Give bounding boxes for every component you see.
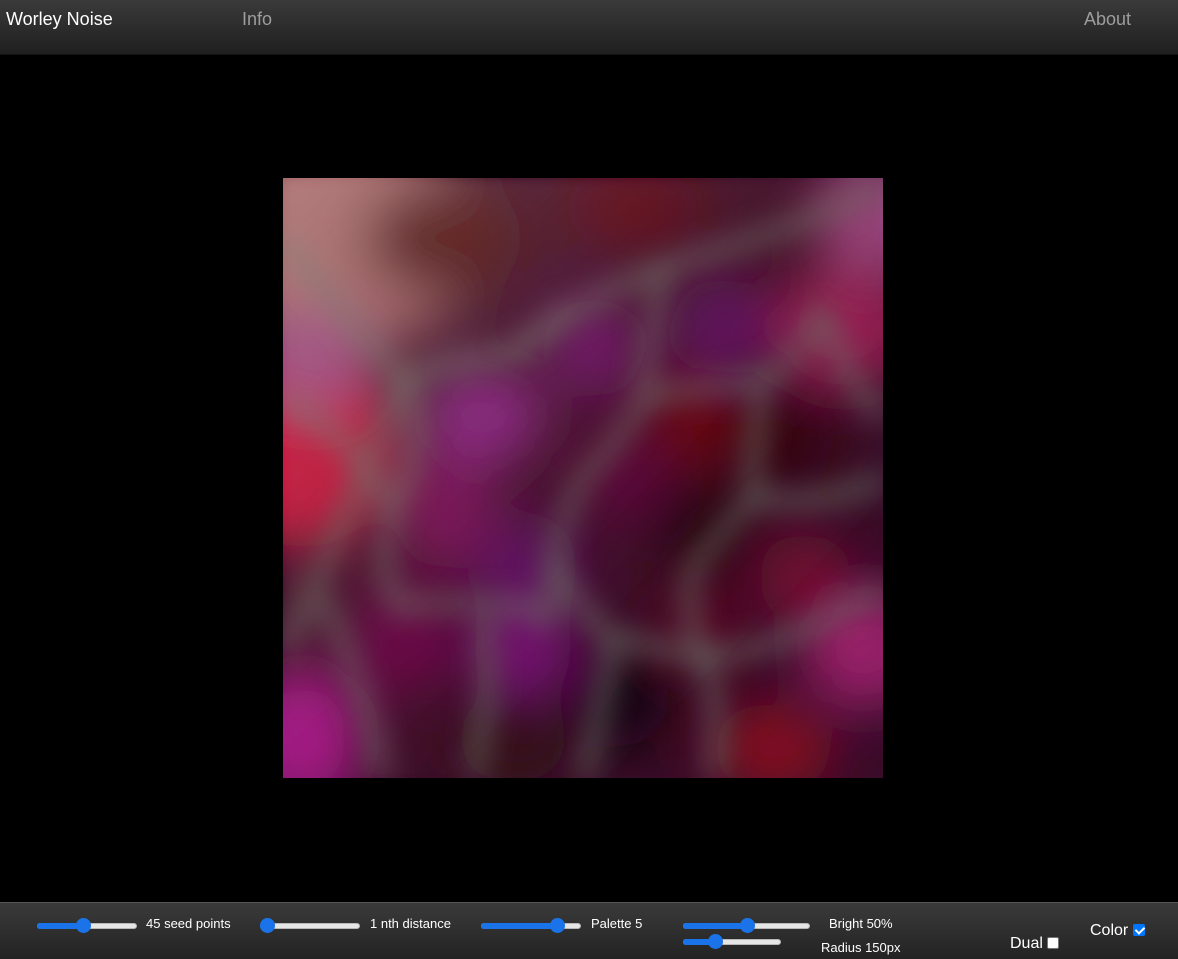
palette-label: Palette 5	[591, 916, 643, 931]
seed-points-label: 45 seed points	[146, 916, 231, 931]
color-checkbox[interactable]	[1133, 924, 1145, 936]
worley-noise-image	[283, 178, 883, 778]
slider-fill	[683, 923, 747, 929]
nth-distance-label: 1 nth distance	[370, 916, 451, 931]
navbar: Worley Noise Info About	[0, 0, 1178, 55]
brightness-label: Bright 50%	[829, 916, 893, 931]
slider-track	[260, 923, 360, 929]
dual-checkbox[interactable]	[1047, 937, 1059, 949]
brand-title[interactable]: Worley Noise	[6, 9, 113, 30]
nav-about-link[interactable]: About	[1084, 9, 1131, 30]
brightness-slider[interactable]	[683, 918, 810, 934]
radius-slider[interactable]	[683, 934, 781, 950]
radius-label: Radius 150px	[821, 940, 901, 955]
slider-thumb[interactable]	[550, 918, 565, 933]
palette-slider[interactable]	[481, 918, 581, 934]
nth-distance-slider[interactable]	[260, 918, 360, 934]
color-label: Color	[1090, 922, 1129, 939]
noise-canvas[interactable]	[283, 178, 883, 778]
seed-points-slider[interactable]	[37, 918, 137, 934]
slider-thumb[interactable]	[740, 918, 755, 933]
nav-info-link[interactable]: Info	[242, 9, 272, 30]
control-bar: 45 seed points 1 nth distance Palette 5 …	[0, 902, 1178, 959]
dual-label: Dual	[1010, 935, 1043, 952]
slider-thumb[interactable]	[76, 918, 91, 933]
slider-thumb[interactable]	[708, 934, 723, 949]
slider-fill	[481, 923, 557, 929]
slider-thumb[interactable]	[260, 918, 275, 933]
